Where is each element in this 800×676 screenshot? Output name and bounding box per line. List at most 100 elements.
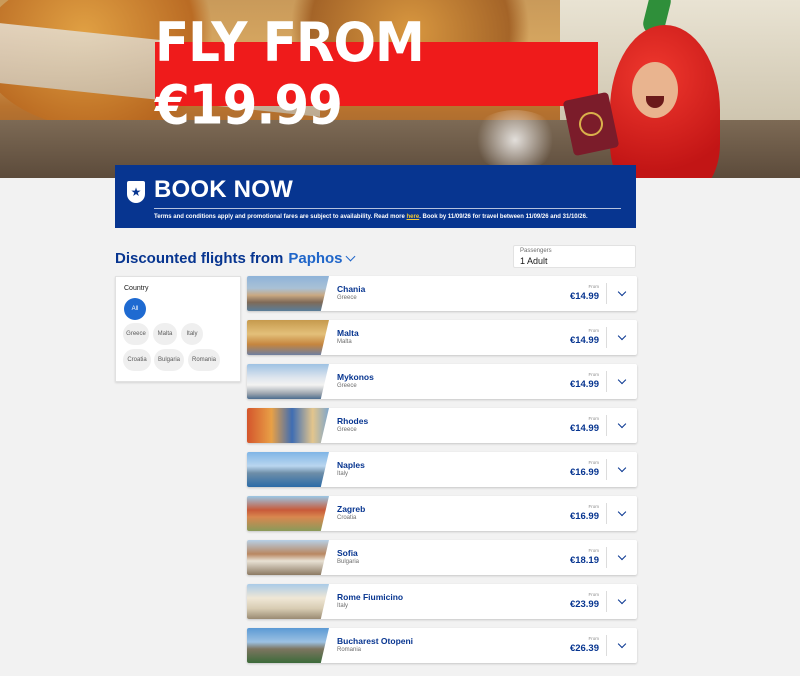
price-from-label: From — [588, 372, 600, 377]
flight-card-zagreb[interactable]: Zagreb Croatia From €16.99 — [247, 496, 637, 531]
destination-city: Rhodes — [337, 416, 369, 426]
price-value: €14.99 — [569, 379, 599, 390]
destination-country: Greece — [337, 427, 357, 433]
flight-card-bucharest-otopeni[interactable]: Bucharest Otopeni Romania From €26.39 — [247, 628, 637, 663]
destination-city: Sofia — [337, 548, 358, 558]
section-title-text: Discounted flights from — [115, 250, 284, 267]
destination-thumbnail — [247, 496, 329, 531]
price-value: €14.99 — [569, 335, 599, 346]
destination-city: Zagreb — [337, 504, 366, 514]
destination-country: Romania — [337, 647, 362, 653]
filter-chip-malta[interactable]: Malta — [153, 323, 177, 345]
chevron-down-icon — [617, 419, 627, 429]
destination-thumbnail — [247, 452, 329, 487]
destination-country: Greece — [337, 295, 357, 301]
country-filter-label: Country — [124, 285, 149, 292]
terms-prefix: Terms and conditions apply and promotion… — [154, 214, 407, 220]
price-from-label: From — [588, 460, 600, 465]
globe-icon — [576, 109, 606, 139]
destination-city: Rome Fiumicino — [337, 592, 404, 602]
price-value: €16.99 — [569, 511, 599, 522]
star-badge-icon: ★ — [127, 181, 145, 203]
destination-thumbnail — [247, 408, 329, 443]
price-from-label: From — [588, 328, 600, 333]
destination-city: Mykonos — [337, 372, 374, 382]
chevron-down-icon — [617, 639, 627, 649]
flight-card-rome-fiumicino[interactable]: Rome Fiumicino Italy From €23.99 — [247, 584, 637, 619]
expand-button[interactable] — [607, 628, 637, 663]
price-from-label: From — [588, 548, 600, 553]
book-now-banner: ★ BOOK NOW Terms and conditions apply an… — [115, 165, 636, 228]
price-from-label: From — [588, 504, 600, 509]
destination-city: Bucharest Otopeni — [337, 636, 414, 646]
origin-selector[interactable]: Paphos — [288, 250, 342, 267]
destination-thumbnail — [247, 320, 329, 355]
terms-read-more-link[interactable]: here — [407, 214, 420, 220]
chevron-down-icon — [617, 507, 627, 517]
price-from-label: From — [588, 416, 600, 421]
destination-country: Italy — [337, 603, 349, 609]
expand-button[interactable] — [607, 320, 637, 355]
filter-chip-romania[interactable]: Romania — [188, 349, 220, 371]
expand-button[interactable] — [607, 584, 637, 619]
price-from-label: From — [588, 592, 600, 597]
chevron-down-icon — [617, 551, 627, 561]
flight-card-naples[interactable]: Naples Italy From €16.99 — [247, 452, 637, 487]
chevron-down-icon[interactable] — [345, 251, 355, 262]
expand-button[interactable] — [607, 408, 637, 443]
banner-divider — [154, 208, 621, 209]
filter-chip-bulgaria[interactable]: Bulgaria — [154, 349, 184, 371]
passengers-value: 1 Adult — [520, 256, 548, 266]
terms-suffix: . Book by 11/09/26 for travel between 11… — [419, 214, 588, 220]
destination-thumbnail — [247, 364, 329, 399]
expand-button[interactable] — [607, 452, 637, 487]
filter-chip-italy[interactable]: Italy — [181, 323, 203, 345]
price-value: €16.99 — [569, 467, 599, 478]
price-value: €14.99 — [569, 291, 599, 302]
flight-card-malta[interactable]: Malta Malta From €14.99 — [247, 320, 637, 355]
promo-headline-text: FLY FROM €19.99 — [155, 11, 425, 137]
flight-card-mykonos[interactable]: Mykonos Greece From €14.99 — [247, 364, 637, 399]
price-value: €26.39 — [569, 643, 599, 654]
chevron-down-icon — [617, 287, 627, 297]
destination-country: Malta — [337, 339, 352, 345]
destination-city: Malta — [337, 328, 359, 338]
destination-city: Naples — [337, 460, 365, 470]
flight-card-rhodes[interactable]: Rhodes Greece From €14.99 — [247, 408, 637, 443]
chevron-down-icon — [617, 463, 627, 473]
destination-city: Chania — [337, 284, 366, 294]
expand-button[interactable] — [607, 276, 637, 311]
destination-country: Greece — [337, 383, 357, 389]
chili-mascot — [562, 0, 730, 178]
destination-country: Italy — [337, 471, 349, 477]
expand-button[interactable] — [607, 496, 637, 531]
chevron-down-icon — [617, 331, 627, 341]
flight-card-sofia[interactable]: Sofia Bulgaria From €18.19 — [247, 540, 637, 575]
destination-country: Croatia — [337, 515, 357, 521]
terms-text: Terms and conditions apply and promotion… — [154, 214, 624, 220]
book-now-title: BOOK NOW — [154, 176, 293, 203]
chevron-down-icon — [617, 375, 627, 385]
price-value: €14.99 — [569, 423, 599, 434]
flight-card-chania[interactable]: Chania Greece From €14.99 — [247, 276, 637, 311]
promo-headline: FLY FROM €19.99 — [155, 11, 598, 137]
country-filter-panel: Country All Greece Malta Italy Croatia B… — [115, 276, 241, 382]
filter-chip-greece[interactable]: Greece — [123, 323, 149, 345]
filter-chip-croatia[interactable]: Croatia — [123, 349, 151, 371]
passengers-label: Passengers — [520, 248, 552, 254]
hero-banner: FLY FROM €19.99 — [0, 0, 800, 178]
filter-chip-all[interactable]: All — [124, 298, 146, 320]
price-value: €23.99 — [569, 599, 599, 610]
expand-button[interactable] — [607, 540, 637, 575]
passengers-select[interactable]: Passengers 1 Adult — [513, 245, 636, 268]
destination-thumbnail — [247, 628, 329, 663]
mascot-face — [632, 62, 678, 118]
price-value: €18.19 — [569, 555, 599, 566]
destination-thumbnail — [247, 276, 329, 311]
expand-button[interactable] — [607, 364, 637, 399]
destination-country: Bulgaria — [337, 559, 360, 565]
destination-thumbnail — [247, 540, 329, 575]
price-from-label: From — [588, 284, 600, 289]
section-title: Discounted flights from Paphos — [115, 250, 355, 267]
destination-thumbnail — [247, 584, 329, 619]
